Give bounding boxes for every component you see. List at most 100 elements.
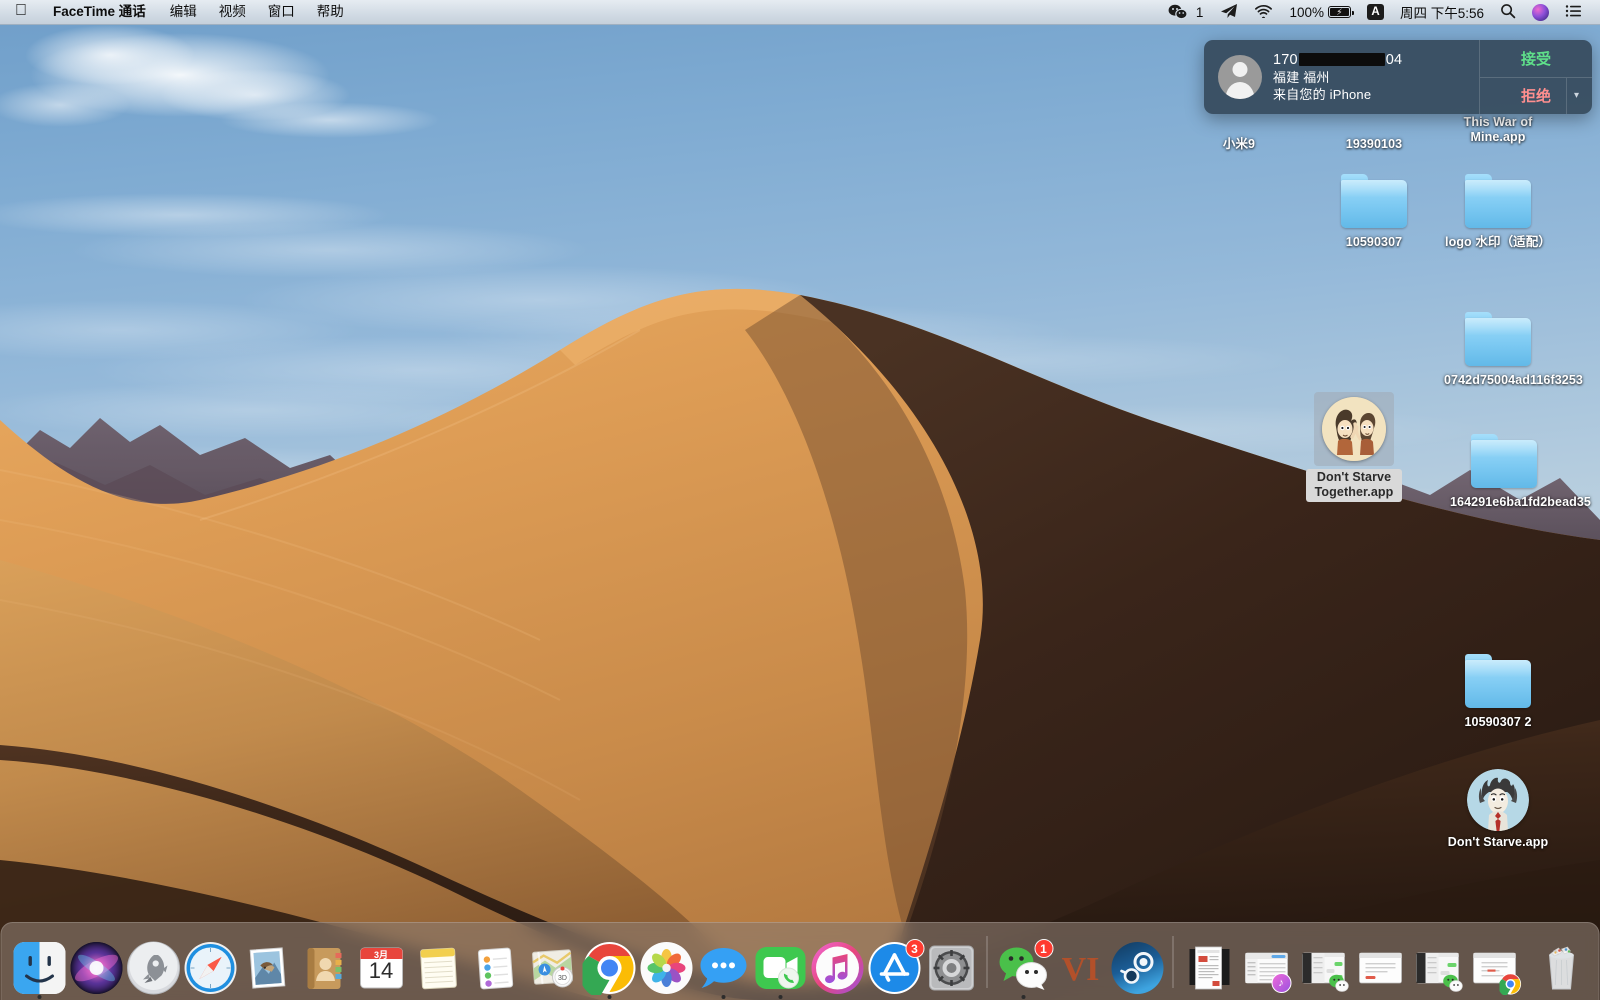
status-notification-center[interactable] [1557, 0, 1590, 24]
desktop-icon-10590307-2[interactable]: 10590307 2 [1440, 648, 1556, 730]
status-wechat[interactable] [1160, 0, 1196, 24]
safari-compass-icon [183, 941, 237, 995]
desktop-icon-label: 0742d75004ad116f3253 [1444, 373, 1583, 387]
dock-maps[interactable]: 3D [524, 928, 581, 1000]
chevron-down-icon[interactable]: ▾ [1566, 77, 1586, 114]
vim-icon: VI [1053, 941, 1107, 995]
chrome-icon [579, 941, 636, 998]
window-preview-icon: ♪ [1243, 945, 1291, 993]
running-indicator-dot [1021, 995, 1025, 999]
wechat-badge: 1 [1034, 939, 1053, 958]
menu-app-name[interactable]: FaceTime 通话 [40, 0, 159, 24]
desktop-icon-164291e6ba1fd2bead35[interactable]: 164291e6ba1fd2bead35 [1446, 428, 1591, 510]
dock-mail[interactable] [239, 928, 296, 1000]
dock-siri[interactable] [68, 928, 125, 1000]
dock-chrome[interactable] [579, 928, 638, 1000]
dock: 3月 14 3D 3 1 VI ♪ [0, 922, 1600, 1000]
dock-notes[interactable] [410, 928, 467, 1000]
finder-icon [12, 941, 66, 995]
desktop-icon-dont-starve-together[interactable]: Don't Starve Together.app [1306, 392, 1402, 502]
dock-appstore[interactable]: 3 [866, 928, 924, 1000]
status-spotlight[interactable] [1492, 0, 1524, 24]
desktop-icon-label: 小米9 [1222, 137, 1256, 151]
dock-separator-2 [1172, 936, 1174, 988]
decline-call-button[interactable]: 拒绝 ▾ [1480, 77, 1592, 114]
dock-minimized-chrome2[interactable] [1466, 928, 1523, 1000]
dock-launchpad[interactable] [125, 928, 182, 1000]
svg-text:3D: 3D [558, 975, 567, 982]
messages-bubble-icon [696, 941, 750, 995]
dock-itunes[interactable] [809, 928, 866, 1000]
status-input-source[interactable]: A [1359, 0, 1392, 24]
dock-finder[interactable] [11, 928, 68, 1000]
menu-window[interactable]: 窗口 [257, 0, 306, 24]
dock-wechat[interactable]: 1 [995, 928, 1053, 1000]
folder-icon [1337, 168, 1411, 232]
dock-system-preferences[interactable] [923, 928, 980, 1000]
dock-steam[interactable] [1109, 928, 1166, 1000]
desktop-icon-label: Don't Starve Together.app [1306, 469, 1402, 502]
itunes-icon [810, 941, 864, 995]
accept-call-button[interactable]: 接受 [1480, 40, 1592, 78]
desktop-icon-10590307[interactable]: 10590307 [1316, 168, 1432, 250]
folder-icon [1461, 306, 1535, 370]
wechat-icon [1168, 4, 1188, 20]
window-preview-icon [1471, 945, 1521, 997]
contact-avatar-icon [1218, 55, 1262, 99]
menu-video[interactable]: 视频 [208, 0, 257, 24]
status-siri[interactable] [1524, 0, 1557, 24]
notes-icon [411, 941, 465, 995]
notification-center-icon [1565, 4, 1582, 21]
desktop-icon-label: 164291e6ba1fd2bead35 [1450, 495, 1591, 509]
folder-icon [1461, 168, 1535, 232]
dock-safari[interactable] [182, 928, 239, 1000]
status-wifi[interactable] [1246, 0, 1281, 24]
status-datetime[interactable]: 周四 下午5:56 [1392, 0, 1492, 24]
system-preferences-gear-icon [924, 941, 978, 995]
dock-contacts[interactable] [296, 928, 353, 1000]
dock-minimized-itunes[interactable]: ♪ [1238, 928, 1295, 1000]
steam-icon [1110, 941, 1164, 995]
caller-suffix: 04 [1385, 51, 1403, 68]
facetime-call-notification[interactable]: 170 04 福建 福州 来自您的 iPhone 接受 拒绝 ▾ [1204, 40, 1592, 114]
status-battery[interactable]: 100% ⚡ [1281, 0, 1359, 24]
window-preview-icon [1414, 945, 1463, 994]
reminders-icon [468, 941, 522, 995]
status-telegram[interactable] [1211, 0, 1246, 24]
desktop-icon-label: logo 水印（适配） [1445, 235, 1551, 249]
caller-prefix: 170 [1273, 51, 1298, 68]
redacted-digits [1298, 52, 1385, 66]
dock-minimized-wechat2[interactable] [1409, 928, 1466, 1000]
desktop-icon-logo-watermark[interactable]: logo 水印（适配） [1440, 168, 1556, 250]
notification-location: 福建 福州 [1273, 69, 1330, 85]
calendar-icon: 3月 14 [354, 941, 408, 995]
dock-trash[interactable] [1533, 928, 1590, 1000]
desktop-icon-0742d75004ad116f3253[interactable]: 0742d75004ad116f3253 [1440, 306, 1583, 388]
dock-calendar[interactable]: 3月 14 [353, 928, 410, 1000]
app-icon-dont-starve [1461, 768, 1535, 832]
siri-icon [69, 941, 123, 995]
mail-stamp-icon [240, 941, 294, 995]
menu-bar:  FaceTime 通话 编辑 视频 窗口 帮助 1 [0, 0, 1600, 25]
dock-facetime[interactable] [752, 928, 809, 1000]
battery-charging-icon: ⚡ [1327, 6, 1354, 18]
window-preview-icon [1357, 945, 1403, 991]
dock-photos[interactable] [638, 928, 695, 1000]
desktop-icon-dont-starve[interactable]: Don't Starve.app [1440, 768, 1556, 850]
dock-minimized-wechat[interactable] [1295, 928, 1352, 1000]
dock-macvim[interactable]: VI [1052, 928, 1109, 1000]
dock-minimized-chrome[interactable] [1352, 928, 1409, 1000]
menu-edit[interactable]: 编辑 [159, 0, 208, 24]
desktop-icon-label: 10590307 2 [1464, 715, 1532, 729]
wechat-app-badge-icon [1442, 973, 1463, 994]
apple-logo-icon[interactable]:  [0, 0, 40, 24]
desktop-icon-label: 10590307 [1345, 235, 1403, 249]
window-preview-icon [1186, 945, 1232, 991]
menu-help[interactable]: 帮助 [306, 0, 355, 24]
dock-minimized-preview[interactable] [1181, 928, 1238, 1000]
running-indicator-dot [607, 995, 611, 999]
itunes-app-badge-icon: ♪ [1271, 973, 1291, 993]
dock-messages[interactable] [695, 928, 752, 1000]
running-indicator-dot [37, 995, 41, 999]
dock-reminders[interactable] [467, 928, 524, 1000]
